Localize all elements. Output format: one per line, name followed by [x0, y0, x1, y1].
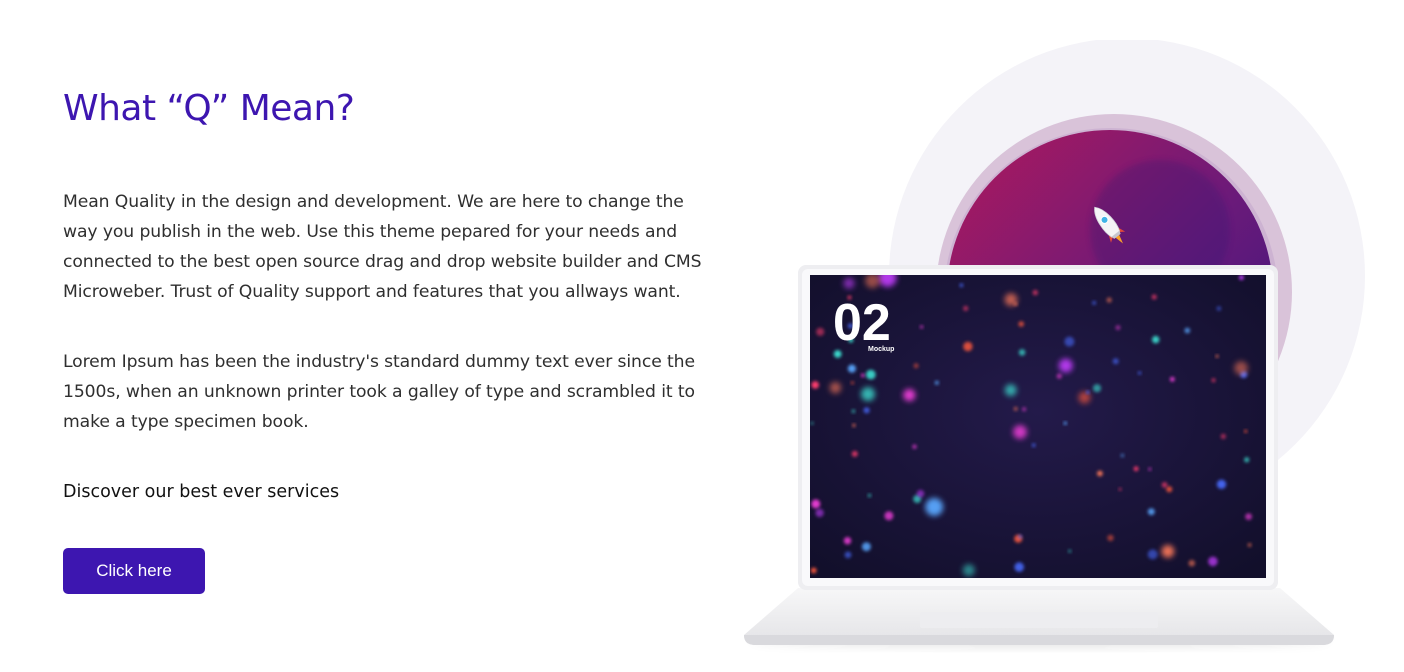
screen-particle [1004, 384, 1017, 397]
screen-particle [1092, 384, 1102, 393]
screen-particle [1063, 421, 1067, 425]
screen-particle [1211, 378, 1216, 383]
screen-particle [1032, 289, 1038, 296]
screen-particle [1147, 508, 1155, 516]
screen-particle [884, 511, 894, 521]
screen-particle [852, 423, 856, 427]
screen-particle [865, 369, 876, 380]
screen-particle [1133, 466, 1139, 472]
screen-particle [1058, 358, 1073, 373]
screen-particle [861, 387, 875, 402]
intro-paragraph: Mean Quality in the design and developme… [63, 192, 702, 302]
screen-particle [851, 409, 856, 414]
screen-particle [1064, 336, 1075, 347]
screen-particle [1115, 325, 1121, 331]
screen-particle [925, 498, 944, 516]
screen-particle [1013, 425, 1027, 439]
laptop-screen: 02 Mockup [810, 275, 1266, 578]
screen-particle [1239, 275, 1244, 280]
screen-particle [1018, 534, 1023, 539]
screen-particle [1138, 371, 1142, 375]
screen-particle [1208, 556, 1218, 567]
screen-particle [867, 493, 872, 498]
screen-particle [1118, 487, 1122, 491]
screen-particle [1220, 433, 1226, 439]
screen-particle [1184, 327, 1191, 334]
screen-particle [1120, 453, 1125, 458]
screen-particle [1234, 361, 1248, 375]
screen-caption: Mockup [868, 346, 894, 353]
discover-text: Discover our best ever services [63, 482, 340, 502]
screen-particle [1152, 335, 1160, 344]
screen-particle [810, 567, 817, 574]
screen-particle [1169, 376, 1175, 382]
screen-particle [1022, 407, 1027, 412]
screen-particle [903, 389, 916, 402]
screen-particle [963, 305, 969, 311]
screen-number: 02 [833, 294, 891, 352]
screen-particle [1013, 406, 1018, 411]
screen-particle [1215, 354, 1219, 358]
laptop-base [744, 588, 1334, 645]
screen-particle [1097, 470, 1103, 477]
screen-particle [1166, 486, 1173, 493]
screen-particle [912, 444, 917, 449]
screen-particle [851, 450, 858, 457]
screen-particle [865, 275, 880, 289]
screen-particle [847, 364, 856, 373]
screen-particle [1147, 549, 1158, 560]
screen-particle [1216, 306, 1222, 311]
screen-particle [1107, 534, 1114, 542]
screen-particle [1161, 482, 1168, 488]
screen-particle [811, 499, 821, 509]
screen-particle [1244, 429, 1248, 433]
screen-particle [843, 537, 852, 545]
screen-particle [934, 380, 939, 385]
screen-particle [1106, 297, 1112, 303]
screen-particle [1161, 545, 1175, 558]
screen-particle [811, 381, 819, 389]
screen-particle [843, 277, 855, 289]
screen-particle [963, 341, 973, 352]
screen-particle [1068, 549, 1072, 553]
lorem-paragraph: Lorem Ipsum has been the industry's stan… [63, 352, 695, 432]
screen-particle [916, 489, 925, 498]
screen-particle [815, 508, 824, 518]
laptop-illustration: 02 Mockup [744, 40, 1365, 646]
screen-particle [1148, 467, 1152, 471]
screen-particle [1245, 513, 1252, 520]
screen-particle [1031, 443, 1036, 448]
screen-particle [844, 551, 852, 559]
screen-particle [913, 363, 919, 369]
screen-particle [959, 283, 964, 288]
section-heading: What “Q” Mean? [63, 88, 355, 129]
screen-particle [1247, 543, 1252, 547]
screen-particle [863, 407, 870, 414]
click-here-button[interactable]: Click here [63, 548, 205, 594]
screen-particle [816, 327, 825, 336]
screen-particle [1092, 301, 1096, 305]
screen-particle [1216, 479, 1227, 489]
screen-particle [1188, 559, 1196, 567]
screen-particle [829, 382, 842, 394]
screen-particle [1018, 349, 1026, 356]
screen-particle [1018, 321, 1024, 327]
page: What “Q” Mean? Mean Quality in the desig… [0, 0, 1404, 672]
screen-particle [962, 564, 975, 577]
screen-particle [1056, 373, 1062, 379]
screen-particle [1244, 457, 1250, 463]
screen-particle [1014, 562, 1024, 572]
screen-particle [1151, 294, 1157, 300]
screen-particle [861, 373, 865, 378]
screen-particle [861, 542, 871, 552]
screen-particle [1086, 390, 1090, 394]
screen-particle [1112, 358, 1119, 365]
screen-particle [810, 421, 814, 425]
screen-particle [850, 381, 854, 385]
screen-particle [919, 325, 924, 329]
screen-particle [1004, 293, 1018, 306]
